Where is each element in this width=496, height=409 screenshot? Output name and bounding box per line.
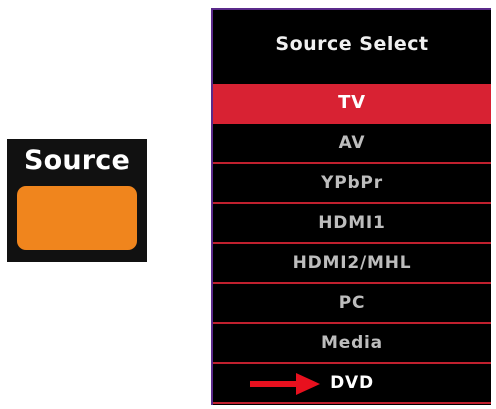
source-button[interactable] [17,186,137,250]
red-arrow-icon [250,373,320,395]
menu-item-av[interactable]: AV [213,124,491,164]
menu-item-hdmi1[interactable]: HDMI1 [213,204,491,244]
menu-item-media[interactable]: Media [213,324,491,364]
source-select-menu: Source Select TV AV YPbPr HDMI1 HDMI2/MH… [211,8,491,405]
menu-item-tv[interactable]: TV [213,84,491,124]
menu-item-ypbpr[interactable]: YPbPr [213,164,491,204]
menu-item-list: TV AV YPbPr HDMI1 HDMI2/MHL PC Media DVD [213,84,491,404]
menu-title: Source Select [275,33,429,55]
menu-item-pc[interactable]: PC [213,284,491,324]
source-label: Source [23,145,131,176]
remote-source-panel: Source [7,139,147,262]
menu-item-hdmi2-mhl[interactable]: HDMI2/MHL [213,244,491,284]
